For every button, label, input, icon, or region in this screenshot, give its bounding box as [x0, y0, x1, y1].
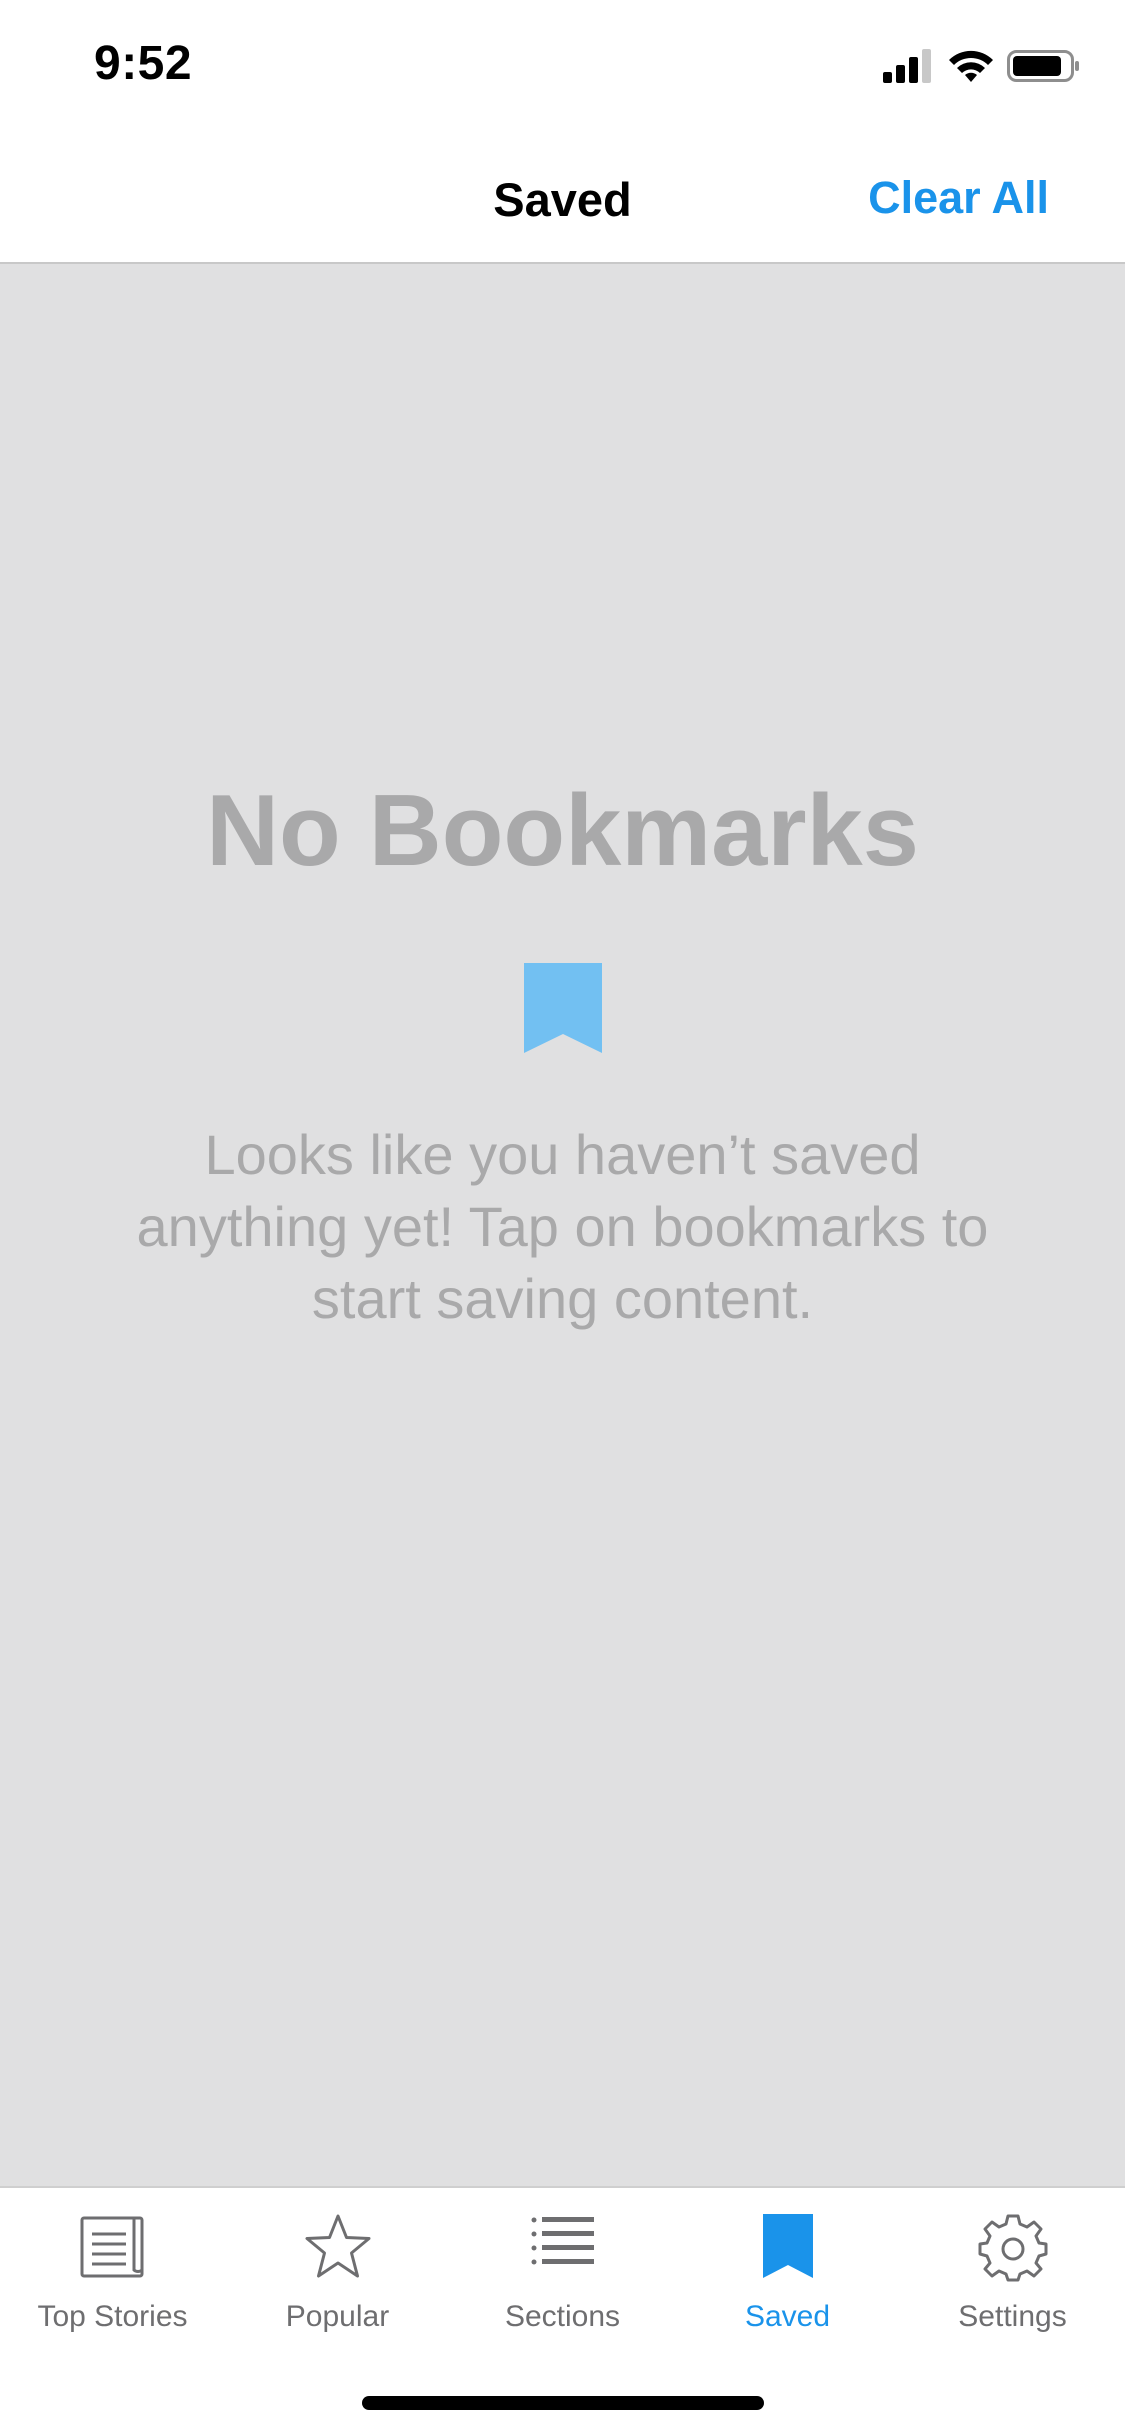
bookmark-icon [762, 2214, 813, 2278]
list-icon [531, 2217, 594, 2265]
tab-popular[interactable]: Popular [225, 2188, 450, 2348]
wifi-icon [949, 50, 993, 82]
home-indicator[interactable] [362, 2396, 764, 2410]
clear-all-button[interactable]: Clear All [868, 172, 1049, 224]
status-bar: 9:52 [0, 0, 1125, 132]
tab-label: Sections [504, 2300, 621, 2333]
empty-state-message: Looks like you haven’t saved anything ye… [136, 1123, 989, 1330]
tab-top-stories[interactable]: Top Stories [0, 2188, 225, 2348]
newspaper-icon [80, 2216, 143, 2278]
tab-settings[interactable]: Settings [900, 2188, 1125, 2348]
screen: 9:52 Saved Clear All No Bookmarks Looks … [0, 0, 1125, 2436]
status-time: 9:52 [94, 37, 193, 90]
saved-content-area: No Bookmarks Looks like you haven’t save… [0, 264, 1125, 2186]
status-icons [881, 48, 1081, 88]
tab-label: Settings [958, 2300, 1067, 2333]
gear-icon [978, 2214, 1047, 2282]
tab-label: Popular [285, 2300, 390, 2333]
empty-state-title: No Bookmarks [206, 775, 919, 887]
tab-sections[interactable]: Sections [450, 2188, 675, 2348]
navigation-bar: Saved Clear All [0, 132, 1125, 264]
cellular-signal-icon [883, 49, 931, 83]
bookmark-icon [524, 963, 602, 1053]
tab-label: Saved [744, 2300, 831, 2333]
star-icon [305, 2214, 370, 2278]
battery-icon [1007, 50, 1079, 82]
tab-saved[interactable]: Saved [675, 2188, 900, 2348]
tab-label: Top Stories [37, 2300, 188, 2333]
